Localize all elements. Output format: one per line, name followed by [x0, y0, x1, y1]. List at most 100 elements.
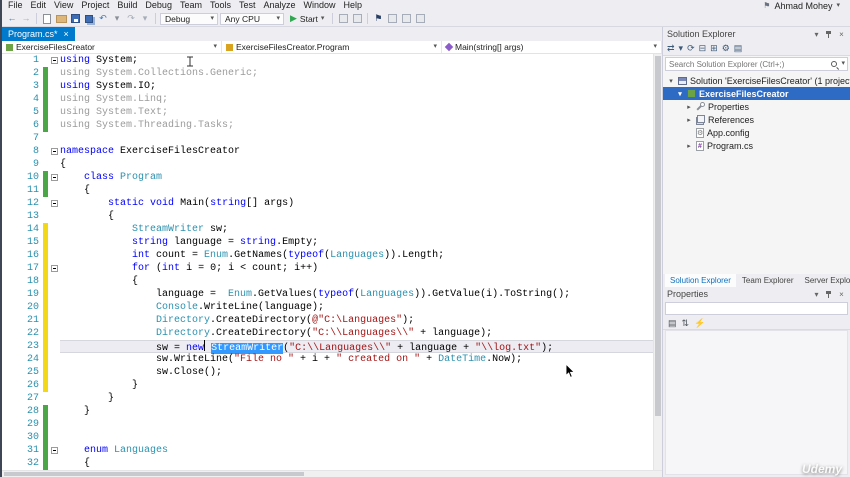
- start-dropdown-icon[interactable]: ▾: [321, 15, 325, 23]
- breakpoint-margin[interactable]: [2, 158, 16, 171]
- window-menu-dropdown-icon[interactable]: ▾: [812, 30, 821, 39]
- open-file-icon[interactable]: [55, 12, 67, 25]
- show-all-files-icon[interactable]: ⊞: [710, 42, 718, 55]
- code-line[interactable]: 26 }: [2, 379, 662, 392]
- properties-icon[interactable]: ⚙: [722, 42, 730, 55]
- breakpoint-margin[interactable]: [2, 366, 16, 379]
- expander-icon[interactable]: ▸: [685, 116, 693, 124]
- redo-dropdown-icon[interactable]: ▾: [139, 12, 151, 25]
- break-all-icon[interactable]: [337, 12, 349, 25]
- breakpoint-margin[interactable]: [2, 80, 16, 93]
- window-menu-dropdown-icon[interactable]: ▾: [812, 290, 821, 299]
- redo-icon[interactable]: ↷: [125, 12, 137, 25]
- tab-program-cs[interactable]: Program.cs* ×: [2, 27, 75, 41]
- menu-tools[interactable]: Tools: [206, 0, 235, 11]
- pin-icon[interactable]: [825, 290, 833, 299]
- breakpoint-margin[interactable]: [2, 444, 16, 457]
- panel-tab-server-explorer[interactable]: Server Explorer: [800, 274, 850, 287]
- breakpoint-margin[interactable]: [2, 431, 16, 444]
- panel-tab-solution-explorer[interactable]: Solution Explorer: [665, 274, 736, 287]
- breakpoint-margin[interactable]: [2, 184, 16, 197]
- close-icon[interactable]: ×: [837, 290, 846, 299]
- breakpoint-margin[interactable]: [2, 223, 16, 236]
- breakpoint-margin[interactable]: [2, 54, 16, 67]
- find-in-files-icon[interactable]: [386, 12, 398, 25]
- vertical-scrollbar-thumb[interactable]: [655, 56, 661, 416]
- search-solution-explorer-input[interactable]: [666, 59, 829, 69]
- nav-backward-icon[interactable]: ←: [6, 12, 18, 25]
- undo-icon[interactable]: ↶: [97, 12, 109, 25]
- save-icon[interactable]: [69, 12, 81, 25]
- user-dropdown-icon[interactable]: ▾: [836, 2, 840, 10]
- notifications-flag-icon[interactable]: ⚑: [763, 1, 770, 11]
- horizontal-scrollbar[interactable]: [2, 470, 662, 477]
- outlining-margin[interactable]: [48, 444, 60, 457]
- collapse-region-icon[interactable]: [50, 174, 58, 181]
- undo-dropdown-icon[interactable]: ▾: [111, 12, 123, 25]
- code-line[interactable]: 12 static void Main(string[] args): [2, 197, 662, 210]
- panel-tab-team-explorer[interactable]: Team Explorer: [737, 274, 799, 287]
- code-line[interactable]: 31 enum Languages: [2, 444, 662, 457]
- search-icon[interactable]: [830, 60, 839, 69]
- breakpoint-margin[interactable]: [2, 262, 16, 275]
- close-tab-icon[interactable]: ×: [64, 29, 69, 39]
- breakpoint-margin[interactable]: [2, 197, 16, 210]
- code-line[interactable]: 23 sw = new StreamWriter("C:\\Languages\…: [2, 340, 662, 354]
- breakpoint-margin[interactable]: [2, 275, 16, 288]
- collapse-region-icon[interactable]: [50, 148, 58, 155]
- collapse-region-icon[interactable]: [50, 57, 58, 64]
- collapse-region-icon[interactable]: [50, 265, 58, 272]
- menu-debug[interactable]: Debug: [141, 0, 176, 11]
- breadcrumb-1[interactable]: ExerciseFilesCreator ▾: [2, 41, 222, 53]
- breakpoint-margin[interactable]: [2, 418, 16, 431]
- outline-icon[interactable]: [400, 12, 412, 25]
- breakpoint-margin[interactable]: [2, 236, 16, 249]
- alphabetical-icon[interactable]: ⇅: [682, 317, 690, 329]
- code-line[interactable]: 1 using System;: [2, 54, 662, 67]
- solution-configuration-dropdown[interactable]: Debug ▾: [160, 12, 218, 25]
- menu-build[interactable]: Build: [113, 0, 141, 11]
- vertical-scrollbar[interactable]: [653, 54, 662, 470]
- breakpoint-margin[interactable]: [2, 327, 16, 340]
- code-line[interactable]: 13 {: [2, 210, 662, 223]
- code-line[interactable]: 5 using System.Text;: [2, 106, 662, 119]
- code-line[interactable]: 18 {: [2, 275, 662, 288]
- breakpoint-margin[interactable]: [2, 353, 16, 366]
- start-debugging-button[interactable]: ▶ Start ▾: [286, 12, 328, 25]
- breakpoint-margin[interactable]: [2, 119, 16, 132]
- code-line[interactable]: 11 {: [2, 184, 662, 197]
- code-line[interactable]: 8 namespace ExerciseFilesCreator: [2, 145, 662, 158]
- code-line[interactable]: 20 Console.WriteLine(language);: [2, 301, 662, 314]
- code-line[interactable]: 7: [2, 132, 662, 145]
- tree-item[interactable]: ▸ Properties: [663, 100, 850, 113]
- breakpoint-margin[interactable]: [2, 171, 16, 184]
- code-line[interactable]: 24 sw.WriteLine("File no " + i + " creat…: [2, 353, 662, 366]
- solution-platform-dropdown[interactable]: Any CPU ▾: [220, 12, 284, 25]
- stop-icon[interactable]: [351, 12, 363, 25]
- categorized-icon[interactable]: ▤: [668, 317, 677, 329]
- code-line[interactable]: 2 using System.Collections.Generic;: [2, 67, 662, 80]
- breakpoint-margin[interactable]: [2, 210, 16, 223]
- search-dropdown-icon[interactable]: ▾: [841, 60, 845, 68]
- breakpoint-margin[interactable]: [2, 93, 16, 106]
- menu-test[interactable]: Test: [235, 0, 260, 11]
- breakpoint-margin[interactable]: [2, 106, 16, 119]
- comment-icon[interactable]: [414, 12, 426, 25]
- code-line[interactable]: 14 StreamWriter sw;: [2, 223, 662, 236]
- expander-icon[interactable]: ▸: [685, 142, 693, 150]
- code-line[interactable]: 22 Directory.CreateDirectory("C:\\Langua…: [2, 327, 662, 340]
- code-line[interactable]: 19 language = Enum.GetValues(typeof(Lang…: [2, 288, 662, 301]
- breakpoint-margin[interactable]: [2, 132, 16, 145]
- menu-project[interactable]: Project: [77, 0, 113, 11]
- code-line[interactable]: 32 {: [2, 457, 662, 470]
- pin-icon[interactable]: [825, 30, 833, 39]
- code-line[interactable]: 21 Directory.CreateDirectory(@"C:\Langua…: [2, 314, 662, 327]
- breakpoint-margin[interactable]: [2, 379, 16, 392]
- collapse-region-icon[interactable]: [50, 447, 58, 454]
- tree-item[interactable]: ▸ References: [663, 113, 850, 126]
- menu-file[interactable]: File: [4, 0, 27, 11]
- code-editor[interactable]: 1 using System; 2 using System.Collections.…: [2, 54, 662, 470]
- menu-view[interactable]: View: [50, 0, 77, 11]
- expander-icon[interactable]: ▸: [685, 103, 693, 111]
- breakpoint-margin[interactable]: [2, 145, 16, 158]
